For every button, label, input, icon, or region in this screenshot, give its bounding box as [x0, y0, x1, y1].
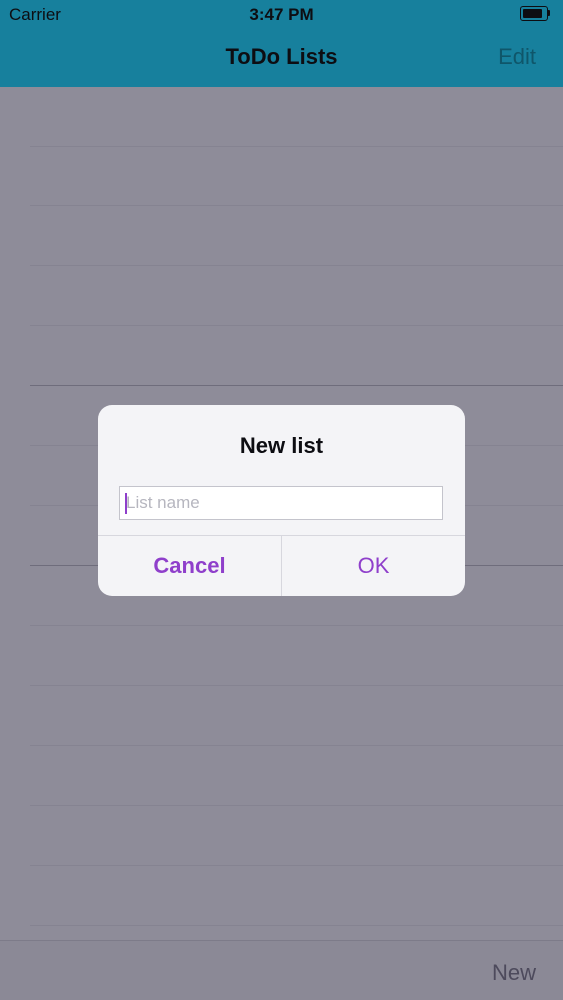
- row-separator: [30, 925, 563, 926]
- text-cursor: [125, 493, 127, 514]
- page-title: ToDo Lists: [225, 44, 338, 69]
- status-bar: Carrier 3:47 PM: [0, 0, 563, 30]
- row-separator: [30, 265, 563, 266]
- alert-title: New list: [239, 433, 324, 458]
- battery-fill: [523, 9, 542, 18]
- row-separator: [30, 205, 563, 206]
- row-separator: [30, 146, 563, 147]
- battery-icon: [520, 6, 550, 21]
- bottom-toolbar: New: [0, 940, 563, 1000]
- cancel-button[interactable]: Cancel: [98, 536, 281, 596]
- new-button[interactable]: New: [492, 960, 536, 986]
- row-separator: [30, 325, 563, 326]
- list-name-input[interactable]: [120, 487, 442, 519]
- list-name-field: [119, 486, 443, 520]
- row-separator: [30, 805, 563, 806]
- row-separator: [30, 385, 563, 386]
- row-separator: [30, 625, 563, 626]
- row-separator: [30, 685, 563, 686]
- row-separator: [30, 745, 563, 746]
- new-list-alert: New list Cancel OK: [98, 405, 465, 596]
- edit-button[interactable]: Edit: [498, 44, 536, 70]
- status-time: 3:47 PM: [249, 5, 314, 24]
- battery-tip: [548, 10, 550, 16]
- battery-body: [520, 6, 548, 21]
- row-separator: [30, 865, 563, 866]
- ok-button[interactable]: OK: [282, 536, 465, 596]
- navigation-bar: Carrier 3:47 PM ToDo Lists Edit: [0, 0, 563, 87]
